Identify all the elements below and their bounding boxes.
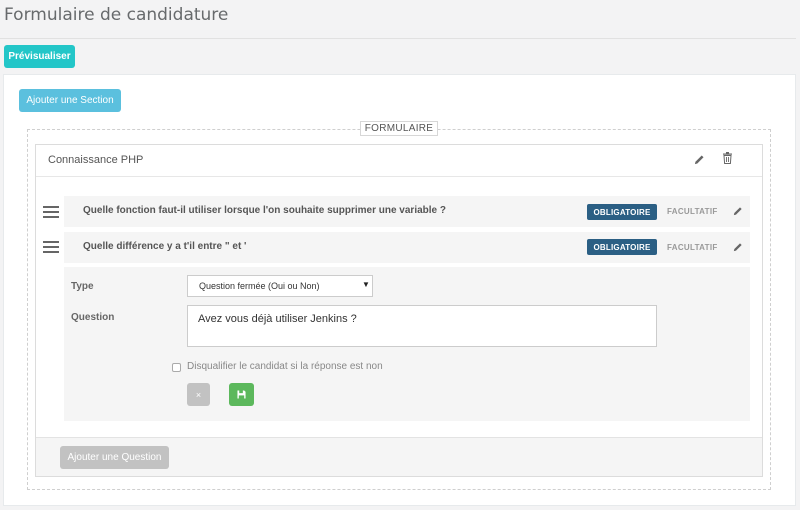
dropdown-arrow-icon: ▼ xyxy=(362,280,370,289)
title-divider xyxy=(0,38,796,39)
section-header-divider xyxy=(36,176,762,177)
question-textarea[interactable]: Avez vous déjà utiliser Jenkins ? xyxy=(187,305,657,347)
required-badge[interactable]: OBLIGATOIRE xyxy=(587,204,657,220)
section-title: Connaissance PHP xyxy=(48,154,144,166)
drag-handle-icon[interactable] xyxy=(43,241,59,255)
edit-question-icon[interactable] xyxy=(732,205,744,217)
optional-option[interactable]: FACULTATIF xyxy=(667,207,718,216)
optional-option[interactable]: FACULTATIF xyxy=(667,243,718,252)
disqualify-label: Disqualifier le candidat si la réponse e… xyxy=(187,361,383,372)
page-title: Formulaire de candidature xyxy=(4,5,229,25)
delete-section-icon[interactable] xyxy=(720,151,734,165)
edit-section-icon[interactable] xyxy=(692,152,706,166)
add-question-button[interactable]: Ajouter une Question xyxy=(60,446,169,469)
type-label: Type xyxy=(71,281,94,292)
preview-button[interactable]: Prévisualiser xyxy=(4,45,75,68)
save-icon xyxy=(237,390,246,399)
formulaire-legend: FORMULAIRE xyxy=(360,121,438,136)
question-text: Quelle fonction faut-il utiliser lorsque… xyxy=(83,205,446,216)
question-label: Question xyxy=(71,312,115,323)
disqualify-checkbox[interactable] xyxy=(172,363,181,372)
cancel-button[interactable]: × xyxy=(187,383,210,406)
edit-question-icon[interactable] xyxy=(732,241,744,253)
required-badge[interactable]: OBLIGATOIRE xyxy=(587,239,657,255)
drag-handle-icon[interactable] xyxy=(43,206,59,220)
type-select[interactable]: Question fermée (Oui ou Non) xyxy=(187,275,373,297)
save-button[interactable] xyxy=(229,383,254,406)
question-text: Quelle différence y a t'il entre " et ' xyxy=(83,241,247,252)
add-section-button[interactable]: Ajouter une Section xyxy=(19,89,121,112)
